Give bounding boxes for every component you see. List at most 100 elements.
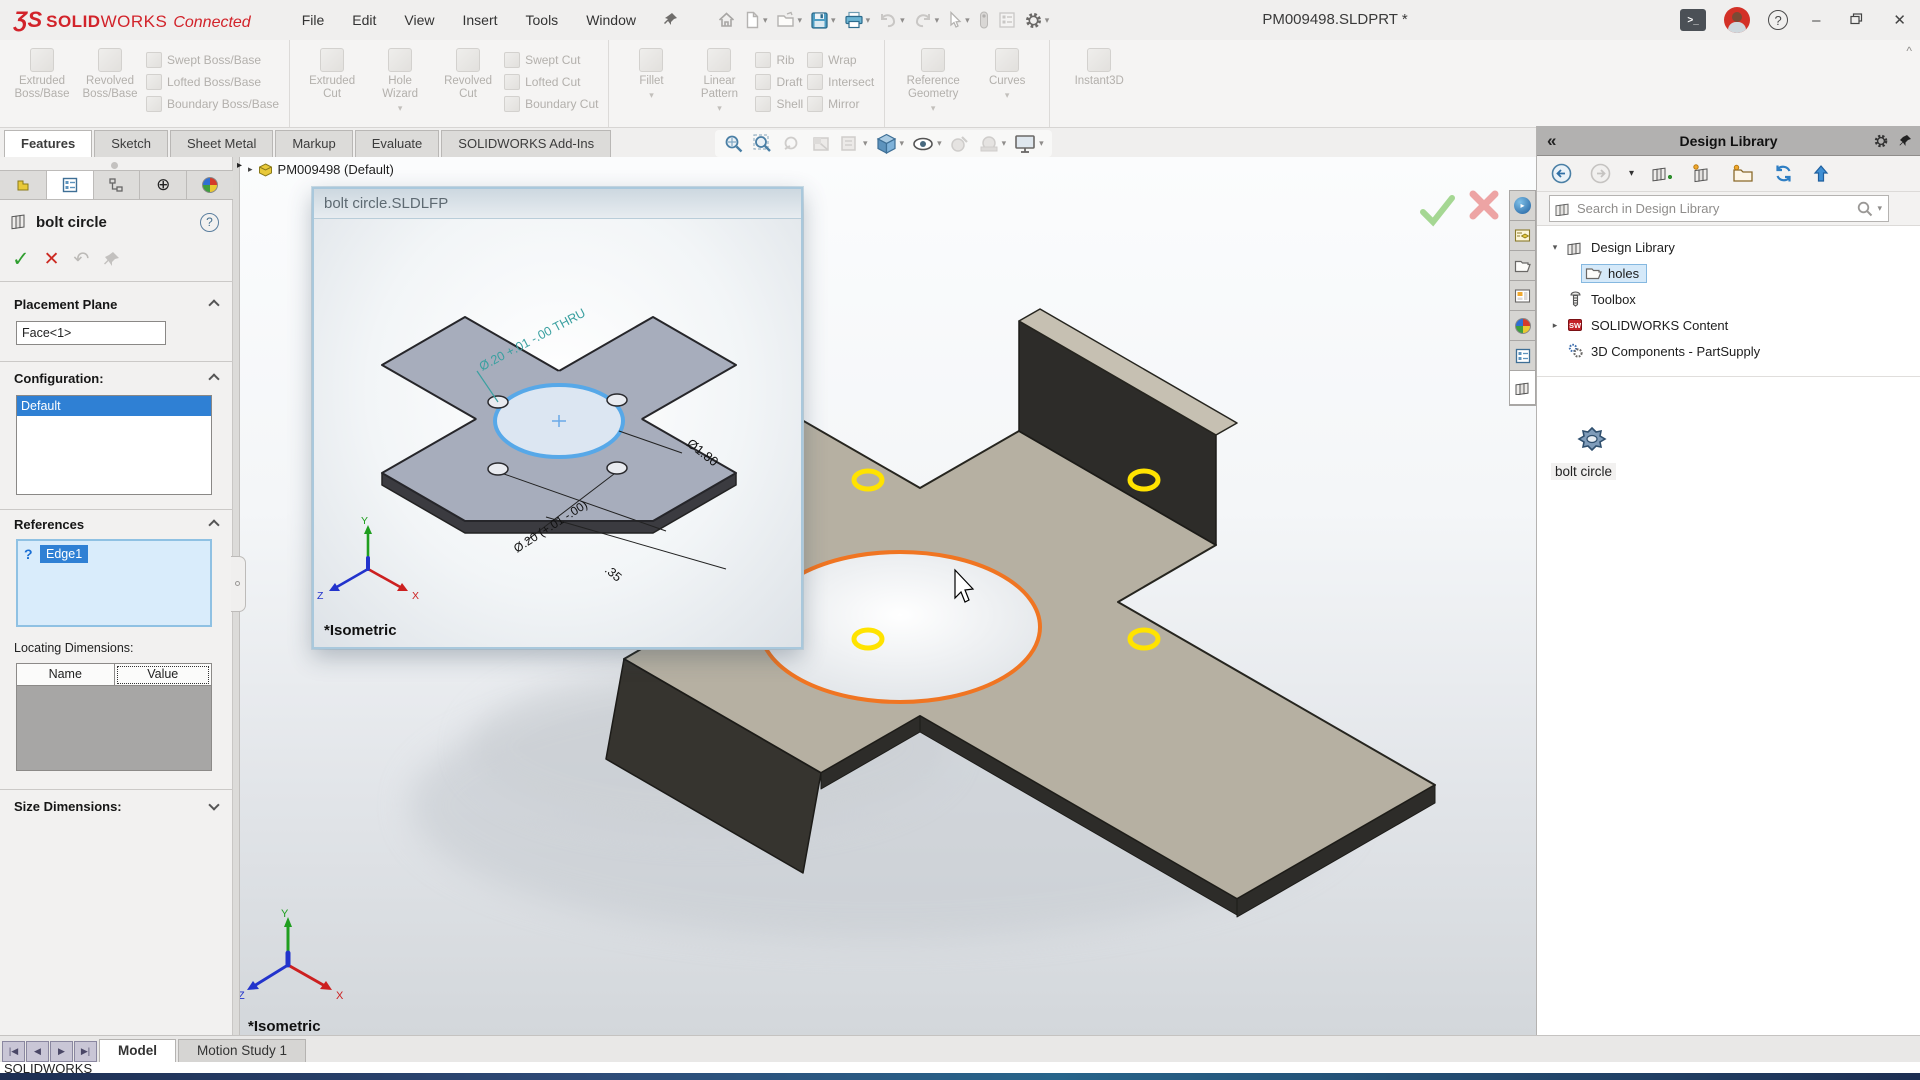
zoom-fit-icon[interactable]: [723, 133, 745, 155]
library-history-dropdown[interactable]: ▾: [1629, 168, 1634, 179]
instant3d-button[interactable]: Instant3D: [1060, 46, 1138, 88]
lofted-boss-base-button[interactable]: Lofted Boss/Base: [146, 72, 279, 91]
tab-solidworks-add-ins[interactable]: SOLIDWORKS Add-Ins: [441, 130, 611, 157]
tree-label-sw-content[interactable]: SOLIDWORKS Content: [1591, 318, 1728, 333]
library-forward-button[interactable]: [1590, 163, 1611, 184]
panel-collapse-tab[interactable]: [231, 556, 246, 612]
tree-item-toolbox[interactable]: Toolbox: [1537, 286, 1920, 312]
new-folder-button[interactable]: [1732, 164, 1755, 184]
scene-icon[interactable]: ▾: [978, 133, 1007, 155]
tab-evaluate[interactable]: Evaluate: [355, 130, 440, 157]
panel-resize-handle[interactable]: [111, 162, 118, 169]
scene-dropdown[interactable]: ▾: [1002, 138, 1007, 149]
hole-wizard-dropdown[interactable]: ▾: [398, 103, 403, 114]
swept-boss-base-button[interactable]: Swept Boss/Base: [146, 50, 279, 69]
tab-3dexperience[interactable]: ▸: [1510, 191, 1535, 221]
display-style-icon[interactable]: ▾: [911, 133, 942, 155]
tree-item-solidworks-content[interactable]: ▸ SW SOLIDWORKS Content: [1537, 312, 1920, 338]
tab-motion-study[interactable]: Motion Study 1: [178, 1039, 306, 1062]
shell-button[interactable]: Shell: [755, 94, 803, 113]
tab-display-manager[interactable]: [187, 171, 233, 199]
annotation-visibility-icon[interactable]: ▾: [839, 133, 868, 155]
menu-edit[interactable]: Edit: [341, 6, 387, 35]
menu-view[interactable]: View: [393, 6, 445, 35]
tree-item-design-library[interactable]: ▾ Design Library: [1537, 234, 1920, 260]
library-item-bolt-circle[interactable]: bolt circle: [1537, 426, 1657, 481]
tab-solidworks-resources[interactable]: [1510, 221, 1535, 251]
mirror-button[interactable]: Mirror: [807, 94, 874, 113]
references-collapse-icon[interactable]: [208, 519, 219, 530]
print-dropdown[interactable]: ▾: [866, 15, 871, 26]
nav-last-button[interactable]: ▶|: [74, 1041, 97, 1062]
locating-dimensions-table[interactable]: Name Value: [16, 663, 212, 771]
configuration-listbox[interactable]: Default: [16, 395, 212, 495]
intersect-button[interactable]: Intersect: [807, 72, 874, 91]
placement-plane-header[interactable]: Placement Plane: [14, 297, 117, 312]
confirm-cancel-icon[interactable]: [1473, 194, 1495, 216]
zoom-area-icon[interactable]: [752, 133, 774, 155]
locating-column-value[interactable]: Value: [115, 664, 212, 686]
tab-view-palette[interactable]: [1510, 281, 1535, 311]
tree-label-holes[interactable]: holes: [1608, 266, 1639, 281]
command-console-icon[interactable]: >_: [1680, 9, 1706, 31]
boundary-cut-button[interactable]: Boundary Cut: [504, 94, 598, 113]
extruded-boss-base-button[interactable]: ExtrudedBoss/Base: [10, 46, 74, 101]
reference-geometry-dropdown[interactable]: ▾: [931, 103, 936, 114]
task-pane-options-gear-icon[interactable]: [1873, 133, 1889, 149]
feature-tree-root-label[interactable]: PM009498 (Default): [278, 162, 394, 177]
confirm-ok-icon[interactable]: [1423, 198, 1452, 222]
boundary-boss-base-button[interactable]: Boundary Boss/Base: [146, 94, 279, 113]
home-button[interactable]: [715, 8, 738, 32]
curves-button[interactable]: Curves▾: [975, 46, 1039, 101]
view-orientation-icon[interactable]: ▾: [875, 132, 905, 155]
library-search-box[interactable]: ▾: [1549, 195, 1889, 222]
view-settings-icon[interactable]: ▾: [1013, 133, 1044, 155]
placement-plane-collapse-icon[interactable]: [208, 299, 219, 310]
tree-item-holes[interactable]: holes: [1537, 260, 1920, 286]
create-new-library-button[interactable]: [1692, 164, 1714, 184]
properties-button[interactable]: [996, 8, 1018, 32]
search-icon[interactable]: [1856, 200, 1874, 218]
refresh-button[interactable]: [1773, 163, 1794, 184]
close-button[interactable]: ✕: [1887, 11, 1912, 29]
library-preview-window[interactable]: bolt circle.SLDLFP: [312, 187, 803, 649]
open-dropdown[interactable]: ▾: [798, 15, 803, 26]
task-pane-pin-icon[interactable]: [1899, 134, 1912, 148]
references-header[interactable]: References: [14, 517, 84, 532]
locating-column-name[interactable]: Name: [17, 664, 115, 686]
new-document-button[interactable]: ▾: [742, 8, 770, 32]
menu-tools[interactable]: Tools: [515, 6, 570, 35]
undo-button[interactable]: ▾: [876, 9, 907, 32]
ok-button[interactable]: ✓: [12, 247, 30, 272]
keep-visible-pin-icon[interactable]: [103, 250, 121, 268]
size-dimensions-expand-icon[interactable]: [208, 799, 219, 810]
help-button[interactable]: ?: [1768, 10, 1788, 30]
options-gear-button[interactable]: ▾: [1022, 8, 1052, 33]
tree-label-toolbox[interactable]: Toolbox: [1591, 292, 1636, 307]
revolved-cut-button[interactable]: RevolvedCut: [436, 46, 500, 101]
view-orientation-dropdown[interactable]: ▾: [900, 138, 905, 149]
open-button[interactable]: ▾: [774, 8, 805, 32]
undo-dropdown[interactable]: ▾: [900, 15, 905, 26]
menu-file[interactable]: File: [291, 6, 336, 35]
minimize-button[interactable]: –: [1806, 12, 1826, 29]
feature-tree-root[interactable]: ▸ PM009498 (Default): [248, 162, 394, 177]
configuration-header[interactable]: Configuration:: [14, 371, 104, 386]
touch-mode-button[interactable]: [976, 7, 992, 33]
wrap-button[interactable]: Wrap: [807, 50, 874, 69]
menu-insert[interactable]: Insert: [451, 6, 508, 35]
select-dropdown[interactable]: ▾: [965, 15, 970, 26]
save-button[interactable]: ▾: [808, 8, 838, 33]
swept-cut-button[interactable]: Swept Cut: [504, 50, 598, 69]
select-button[interactable]: ▾: [945, 8, 972, 32]
bolt-circle-thumbnail-icon[interactable]: [1577, 426, 1607, 457]
linear-pattern-dropdown[interactable]: ▾: [717, 103, 722, 114]
hole-wizard-button[interactable]: HoleWizard▾: [368, 46, 432, 114]
options-dropdown[interactable]: ▾: [1045, 15, 1050, 26]
tab-dimxpert-manager[interactable]: ⊕: [140, 171, 187, 199]
tab-configuration-manager[interactable]: [94, 171, 141, 199]
tab-property-manager[interactable]: [47, 171, 94, 199]
ribbon-collapse-button[interactable]: ^: [1906, 44, 1912, 58]
references-selection-box[interactable]: ? Edge1: [16, 539, 212, 627]
edit-appearance-icon[interactable]: [949, 133, 971, 155]
